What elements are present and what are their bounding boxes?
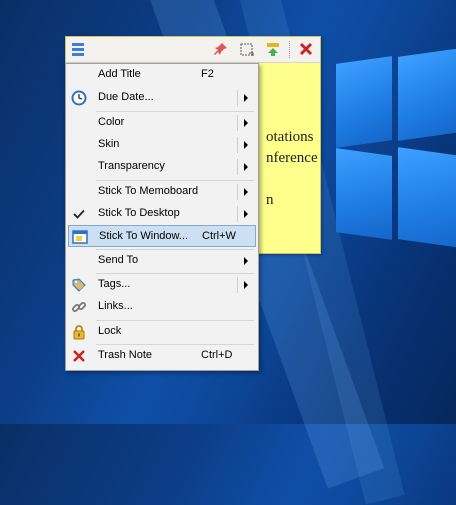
lock-icon	[73, 325, 85, 340]
menu-item-label: Trash Note	[98, 349, 153, 361]
submenu-arrow-icon	[244, 281, 248, 289]
menu-item-links[interactable]: Links...	[68, 296, 256, 318]
windows-logo	[330, 0, 456, 424]
menu-item-stick-to-window[interactable]: Stick To Window... Ctrl+W	[68, 225, 256, 247]
roll-up-icon[interactable]	[265, 41, 281, 57]
link-icon	[72, 302, 86, 312]
menu-item-label: Stick To Desktop	[98, 207, 180, 219]
submenu-arrow-icon	[244, 188, 248, 196]
close-icon[interactable]	[298, 41, 314, 57]
menu-item-transparency[interactable]: Transparency	[68, 156, 256, 178]
menu-item-label: Stick To Memoboard	[98, 185, 199, 197]
submenu-arrow-icon	[244, 257, 248, 265]
pin-icon[interactable]	[213, 41, 229, 57]
submenu-divider	[237, 137, 238, 153]
submenu-divider	[237, 115, 238, 131]
trash-x-icon	[73, 350, 85, 362]
submenu-arrow-icon	[244, 119, 248, 127]
submenu-arrow-icon	[244, 163, 248, 171]
submenu-divider	[237, 277, 238, 293]
menu-item-tags[interactable]: Tags...	[68, 274, 256, 296]
menu-item-label: Transparency	[98, 160, 165, 172]
menu-item-skin[interactable]: Skin	[68, 134, 256, 156]
submenu-arrow-icon	[244, 94, 248, 102]
checkmark-icon	[73, 209, 85, 219]
note-line: otations	[266, 129, 314, 145]
menu-item-shortcut: Ctrl+W	[202, 230, 236, 242]
note-line: nference	[266, 150, 318, 166]
menu-item-lock[interactable]: Lock	[68, 321, 256, 343]
menu-item-label: Send To	[98, 254, 139, 266]
note-menu-icon[interactable]	[70, 41, 86, 57]
note-line: n	[266, 192, 274, 208]
note-body-text[interactable]: otations nference n	[266, 127, 318, 211]
note-context-menu: Add Title F2 Due Date... Color Skin Tran…	[65, 63, 259, 371]
menu-item-label: Due Date...	[98, 91, 154, 103]
menu-item-label: Tags...	[98, 278, 131, 290]
menu-item-add-title[interactable]: Add Title F2	[68, 64, 256, 86]
menu-item-label: Links...	[98, 300, 133, 312]
tag-icon	[72, 278, 86, 292]
submenu-arrow-icon	[244, 210, 248, 218]
menu-item-stick-to-memoboard[interactable]: Stick To Memoboard	[68, 181, 256, 203]
submenu-divider	[237, 184, 238, 200]
menu-item-stick-to-desktop[interactable]: Stick To Desktop	[68, 203, 256, 225]
menu-item-color[interactable]: Color	[68, 112, 256, 134]
menu-item-label: Lock	[98, 325, 122, 337]
menu-item-label: Color	[98, 116, 125, 128]
submenu-arrow-icon	[244, 141, 248, 149]
menu-item-shortcut: Ctrl+D	[201, 349, 233, 361]
menu-item-label: Skin	[98, 138, 120, 150]
menu-item-send-to[interactable]: Send To	[68, 250, 256, 272]
submenu-divider	[237, 159, 238, 175]
menu-item-label: Stick To Window...	[99, 230, 189, 242]
note-toolbar	[66, 37, 320, 63]
submenu-divider	[237, 206, 238, 222]
menu-item-due-date[interactable]: Due Date...	[68, 87, 256, 109]
clock-icon	[71, 90, 87, 106]
toolbar-divider	[289, 41, 291, 58]
menu-item-shortcut: F2	[201, 68, 214, 80]
submenu-divider	[237, 90, 238, 106]
select-area-icon[interactable]	[239, 41, 255, 57]
window-icon	[72, 230, 88, 244]
menu-item-label: Add Title	[98, 68, 141, 80]
menu-item-trash-note[interactable]: Trash Note Ctrl+D	[68, 345, 256, 367]
